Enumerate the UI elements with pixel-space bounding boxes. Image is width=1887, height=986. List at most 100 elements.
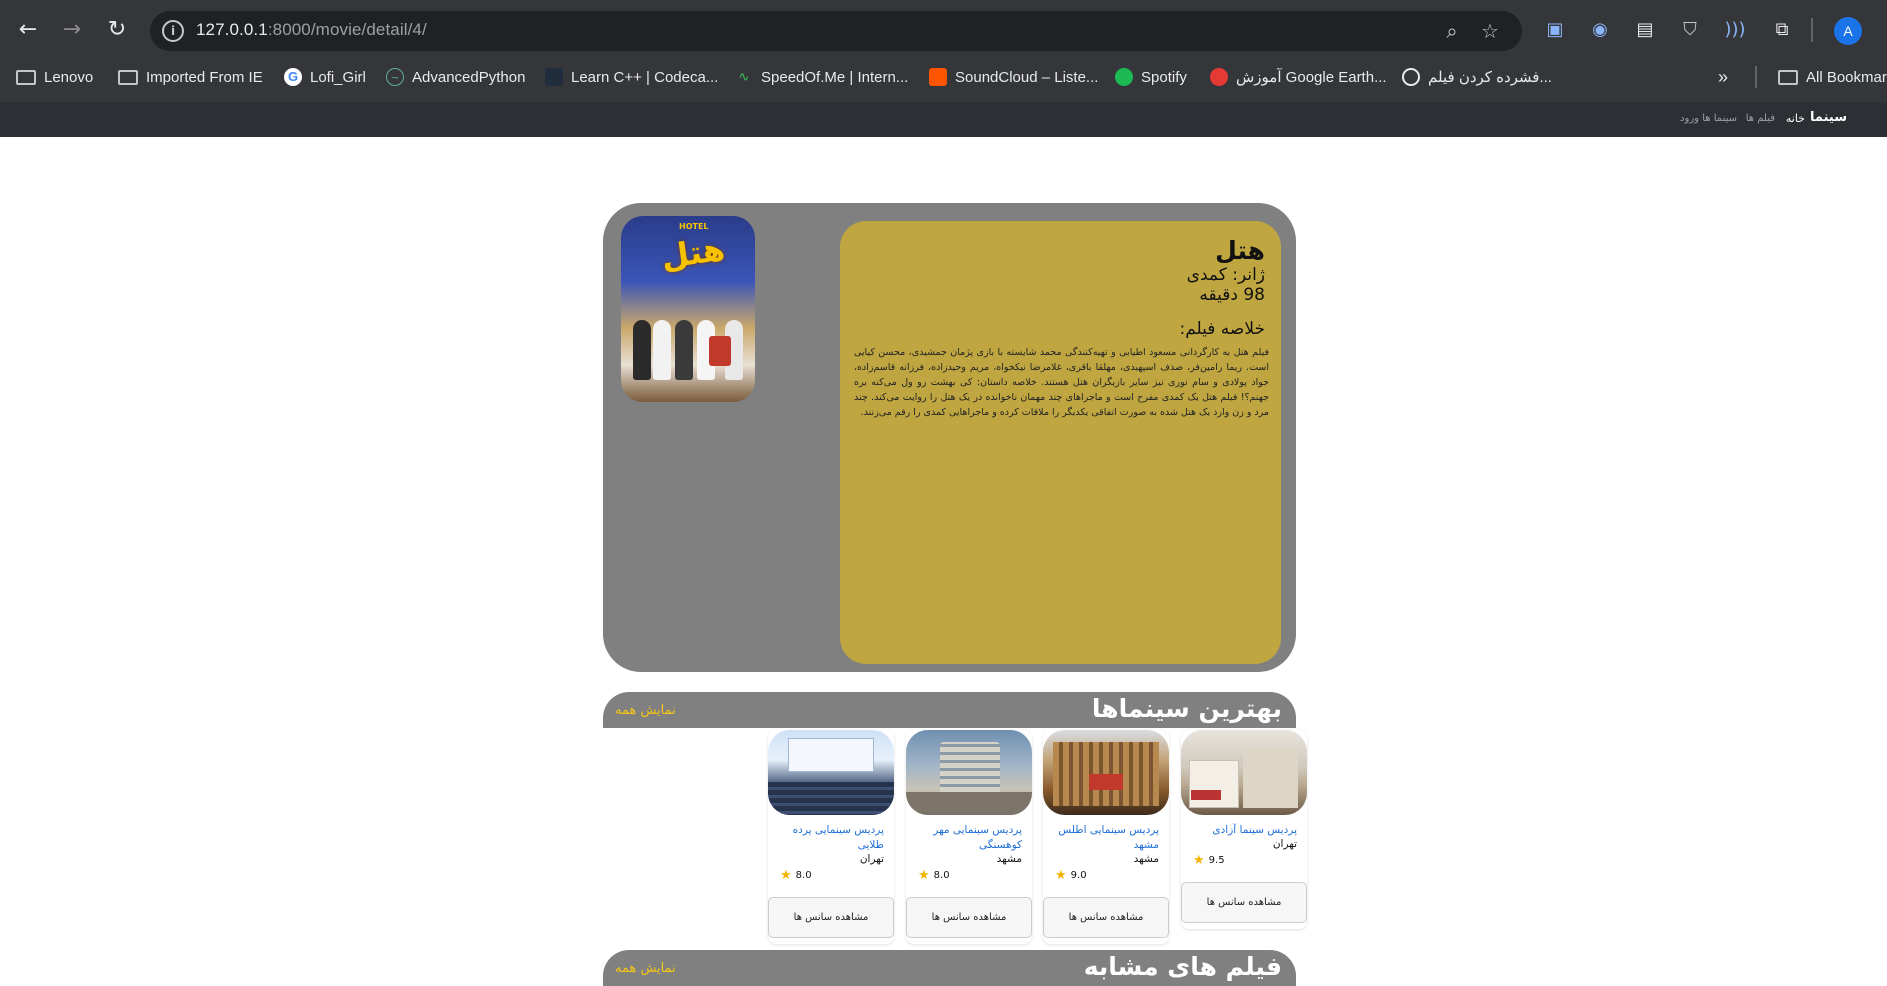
bookmark-label: Imported From IE	[146, 68, 263, 86]
bookmark-label: SpeedOf.Me | Intern...	[761, 68, 909, 86]
best-cinemas-header: بهترین سینماها نمایش همه	[603, 692, 1296, 728]
cinema-name[interactable]: پردیس سینمایی اطلس مشهد	[1053, 823, 1159, 853]
best-cinemas-show-all-link[interactable]: نمایش همه	[615, 703, 676, 718]
movie-info-box: هتل ژانر: کمدی 98 دقیقه خلاصه فیلم: فیلم…	[840, 221, 1281, 664]
cinema-city: تهران	[859, 853, 884, 865]
star-icon: ★	[1055, 868, 1067, 883]
folder-icon	[118, 69, 138, 85]
movie-duration: 98 دقیقه	[1199, 285, 1265, 305]
cinema-image[interactable]	[1181, 730, 1307, 815]
bookmark-label: فشرده کردن فیلم...	[1428, 69, 1552, 86]
bookmark-google-earth[interactable]: آموزش Google Earth...	[1210, 66, 1387, 88]
bookmark-learn-cpp[interactable]: Learn C++ | Codeca...	[545, 66, 718, 88]
similar-movies-title: فیلم های مشابه	[1083, 952, 1282, 981]
star-icon: ★	[1193, 853, 1205, 868]
bookmark-lenovo[interactable]: Lenovo	[16, 66, 93, 88]
cinema-image[interactable]	[1043, 730, 1169, 815]
bookmark-label: Lenovo	[44, 68, 94, 86]
view-showtimes-button[interactable]: مشاهده سانس ها	[1043, 897, 1169, 938]
nav-login[interactable]: ورود	[1680, 113, 1699, 124]
star-icon: ★	[918, 868, 930, 883]
nav-cinemas[interactable]: سینما ها	[1702, 113, 1737, 124]
bookmark-lofi-girl[interactable]: G Lofi_Girl	[284, 66, 366, 88]
browser-toolbar: ← → ↻ i 127.0.0.1:8000/movie/detail/4/ ⌕…	[0, 0, 1887, 60]
url-text[interactable]: 127.0.0.1:8000/movie/detail/4/	[196, 20, 427, 40]
nav-home[interactable]: خانه	[1786, 112, 1805, 125]
more-bookmarks-chevron-icon[interactable]: »	[1718, 66, 1728, 88]
movie-poster: HOTEL هتل	[621, 216, 755, 402]
poster-figure	[675, 320, 693, 380]
bookmark-star-icon[interactable]: ☆	[1478, 19, 1502, 43]
movie-genre: ژانر: کمدی	[1186, 265, 1265, 285]
google-earth-icon	[1210, 68, 1228, 86]
screen-shape	[788, 738, 874, 772]
movie-title: هتل	[1215, 236, 1265, 265]
cinema-image[interactable]	[906, 730, 1032, 815]
reload-icon[interactable]: ↻	[103, 16, 131, 44]
poster-suitcase	[709, 336, 731, 366]
bookmark-label: آموزش Google Earth...	[1236, 69, 1387, 86]
poster-hotel-text: HOTEL	[679, 222, 709, 231]
google-icon: G	[284, 68, 302, 86]
codecademy-icon	[545, 68, 563, 86]
view-showtimes-button[interactable]: مشاهده سانس ها	[768, 897, 894, 938]
audio-extension-icon[interactable]: )))	[1723, 18, 1747, 42]
site-info-icon[interactable]: i	[162, 20, 184, 42]
cinema-name[interactable]: پردیس سینمایی مهر کوهسنگی	[916, 823, 1022, 853]
forward-arrow-icon[interactable]: →	[58, 16, 86, 44]
cinema-card: پردیس سینمایی مهر کوهسنگی مشهد ★ 8.0 مشاه…	[906, 730, 1032, 944]
bookmark-label: Spotify	[1141, 68, 1187, 86]
folder-icon	[16, 69, 36, 85]
cinema-card: پردیس سینمایی پرده طلایی تهران ★ 8.0 مشاه…	[768, 730, 894, 944]
vpn-extension-icon[interactable]: ◉	[1588, 18, 1612, 42]
rating-value: 9.5	[1208, 855, 1225, 866]
bookmark-imported-from-ie[interactable]: Imported From IE	[118, 66, 263, 88]
seats-shape	[768, 782, 894, 815]
cinema-city: تهران	[1272, 838, 1297, 850]
extensions-puzzle-icon[interactable]: ⧉	[1770, 18, 1794, 42]
view-showtimes-button[interactable]: مشاهده سانس ها	[1181, 882, 1307, 923]
nav-movies[interactable]: فیلم ها	[1746, 113, 1775, 124]
synopsis-heading: خلاصه فیلم:	[1179, 319, 1265, 339]
movie-synopsis: فیلم هتل به کارگردانی مسعود اطیابی و تهی…	[854, 347, 1269, 418]
cinema-name[interactable]: پردیس سینمایی پرده طلایی	[778, 823, 884, 853]
bookmark-speedofme[interactable]: ∿ SpeedOf.Me | Intern...	[735, 66, 909, 88]
star-icon: ★	[780, 868, 792, 883]
poster-figure	[653, 320, 671, 380]
cinema-image[interactable]	[768, 730, 894, 815]
screen-capture-extension-icon[interactable]: ▣	[1543, 18, 1567, 42]
address-bar[interactable]: i 127.0.0.1:8000/movie/detail/4/ ⌕ ☆	[150, 11, 1522, 51]
picture-in-picture-icon[interactable]: ▤	[1633, 18, 1657, 42]
zoom-icon[interactable]: ⌕	[1440, 19, 1464, 43]
bookmark-soundcloud[interactable]: SoundCloud – Liste...	[929, 66, 1098, 88]
similar-movies-show-all-link[interactable]: نمایش همه	[615, 961, 676, 976]
profile-avatar[interactable]: A	[1834, 17, 1862, 45]
view-showtimes-button[interactable]: مشاهده سانس ها	[906, 897, 1032, 938]
cinema-name[interactable]: پردیس سینما آزادی	[1191, 823, 1297, 838]
cinema-city: مشهد	[1133, 853, 1159, 865]
spotify-icon	[1115, 68, 1133, 86]
bookmark-label: SoundCloud – Liste...	[955, 68, 1099, 86]
bookmark-compress-video[interactable]: فشرده کردن فیلم...	[1402, 66, 1552, 88]
bookmark-label: AdvancedPython	[412, 68, 526, 86]
site-brand[interactable]: سینما	[1810, 110, 1847, 125]
all-bookmarks[interactable]: All Bookmarks	[1778, 66, 1887, 88]
bookmarks-divider	[1755, 66, 1757, 88]
all-bookmarks-label: All Bookmarks	[1806, 68, 1887, 86]
bookmark-advanced-python[interactable]: ~ AdvancedPython	[386, 66, 525, 88]
soundcloud-icon	[929, 68, 947, 86]
building-shape	[1189, 760, 1239, 808]
cinema-rating: ★ 9.5	[1193, 853, 1297, 868]
cinema-rating: ★ 8.0	[918, 868, 1022, 883]
rating-value: 8.0	[795, 870, 812, 881]
cinema-city: مشهد	[996, 853, 1022, 865]
bookmark-spotify[interactable]: Spotify	[1115, 66, 1187, 88]
cinema-rating: ★ 8.0	[780, 868, 884, 883]
globe-icon	[1402, 68, 1420, 86]
shield-extension-icon[interactable]: ⛉	[1678, 18, 1702, 42]
bookmarks-bar: Lenovo Imported From IE G Lofi_Girl ~ Adva…	[0, 62, 1887, 92]
back-arrow-icon[interactable]: ←	[14, 16, 42, 44]
url-path: :8000/movie/detail/4/	[267, 20, 427, 39]
rating-value: 9.0	[1070, 870, 1087, 881]
similar-movies-header: فیلم های مشابه نمایش همه	[603, 950, 1296, 986]
